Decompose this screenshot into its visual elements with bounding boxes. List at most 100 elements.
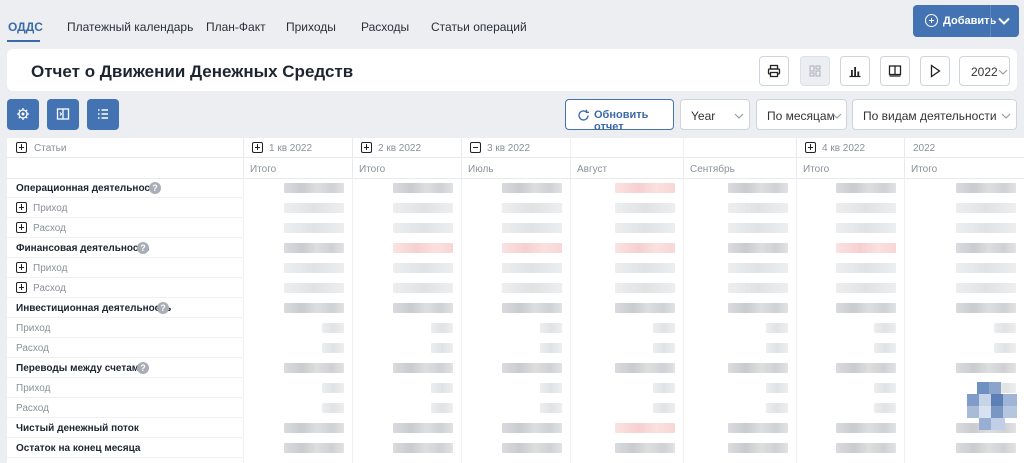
quarter-header: 4 кв 2022 [796,138,904,158]
add-circle-icon [925,14,938,27]
redacted-value [393,363,453,373]
chevron-down-icon [734,113,744,119]
expand-plus-icon[interactable] [16,282,27,293]
redacted-value [956,263,1016,273]
redacted-value [615,183,675,193]
redacted-value [728,283,788,293]
redacted-value [728,423,788,433]
articles-header-label: Статьи [34,143,67,154]
row-label: Финансовая деятельность? [7,238,242,258]
redacted-value [956,363,1016,373]
expand-plus-icon[interactable] [16,202,27,213]
list-view-button[interactable] [87,99,119,130]
help-icon[interactable]: ? [137,362,149,374]
expand-plus-icon[interactable] [16,262,27,273]
help-icon[interactable]: ? [149,182,161,194]
play-button[interactable] [920,56,950,86]
grouping-select[interactable]: По месяцам [756,99,847,130]
export-icon [56,108,70,120]
layout-button[interactable] [880,56,910,86]
redacted-value [615,243,675,253]
redacted-value [284,303,344,313]
expand-all-icon[interactable] [16,142,27,153]
redacted-value [874,403,896,413]
chart-button[interactable] [840,56,870,86]
redacted-value [502,263,562,273]
redacted-value [836,303,896,313]
row-label: Чистый денежный поток [7,418,242,438]
expand-plus-icon[interactable] [252,142,263,153]
tab-expenses[interactable]: Расходы [361,20,409,34]
tab-odds[interactable]: ОДДС [8,20,43,34]
top-nav: ОДДС Платежный календарь План-Факт Прихо… [0,0,1024,48]
add-button-label: Добавить [943,15,997,27]
redacted-value [284,423,344,433]
pixelated-overlay-image [967,382,1017,430]
column-subheader: Сентябрь [683,159,796,179]
column-subheader: Итого [904,159,1024,179]
tab-income[interactable]: Приходы [286,20,336,34]
expand-plus-icon[interactable] [361,142,372,153]
redacted-value [836,423,896,433]
collapse-minus-icon[interactable] [470,142,481,153]
redacted-value [322,383,344,393]
redacted-value [502,303,562,313]
help-icon[interactable]: ? [157,302,169,314]
refresh-report-button[interactable]: Обновить отчет [565,99,674,133]
redacted-value [322,343,344,353]
redacted-value [502,223,562,233]
redacted-value [836,263,896,273]
column-divider [243,138,244,463]
tab-payment-calendar[interactable]: Платежный календарь [67,20,193,34]
redacted-value [431,323,453,333]
redacted-value [994,323,1016,333]
column-subheader-label: Итого [359,164,386,175]
period-select[interactable]: Year [680,99,750,130]
redacted-value [874,383,896,393]
row-label[interactable]: Расход [7,218,242,238]
redacted-value [728,303,788,313]
activity-select[interactable]: По видам деятельности [852,99,1017,130]
row-label-text: Остаток на конец месяца [16,443,141,454]
row-label[interactable]: Приход [7,198,242,218]
page-title: Отчет о Движении Денежных Средств [31,62,354,81]
redacted-value [956,183,1016,193]
settings-button[interactable] [7,99,39,130]
print-button[interactable] [759,56,789,86]
year-select[interactable]: 2022 [959,56,1010,86]
expand-plus-icon[interactable] [805,142,816,153]
redacted-value [284,223,344,233]
row-label[interactable]: Расход [7,278,242,298]
export-button[interactable] [47,99,79,130]
tab-plan-fact[interactable]: План-Факт [206,20,266,34]
row-label-text: Инвестиционная деятельность [16,303,172,314]
expand-plus-icon[interactable] [16,222,27,233]
redacted-value [502,183,562,193]
redacted-value [502,283,562,293]
dashboard-button[interactable] [800,56,830,86]
column-divider [461,138,462,463]
chevron-down-icon [1001,113,1011,119]
redacted-value [502,443,562,453]
row-label-text: Приход [16,383,51,394]
redacted-value [393,423,453,433]
redacted-value [284,183,344,193]
column-divider [904,138,905,463]
row-label: Расход [7,338,242,358]
redacted-value [393,203,453,213]
redacted-value [728,443,788,453]
chevron-down-icon[interactable] [997,14,1011,31]
column-divider [570,138,571,463]
row-label[interactable]: Приход [7,258,242,278]
redacted-value [284,263,344,273]
help-icon[interactable]: ? [137,242,149,254]
row-label-text: Расход [16,343,49,354]
chevron-down-icon [998,69,1008,75]
refresh-icon [578,109,589,121]
redacted-value [728,183,788,193]
redacted-value [874,343,896,353]
redacted-value [728,203,788,213]
add-button[interactable]: Добавить [913,5,1019,37]
tab-operation-items[interactable]: Статьи операций [431,20,527,34]
column-subheader-label: Итого [803,164,830,175]
